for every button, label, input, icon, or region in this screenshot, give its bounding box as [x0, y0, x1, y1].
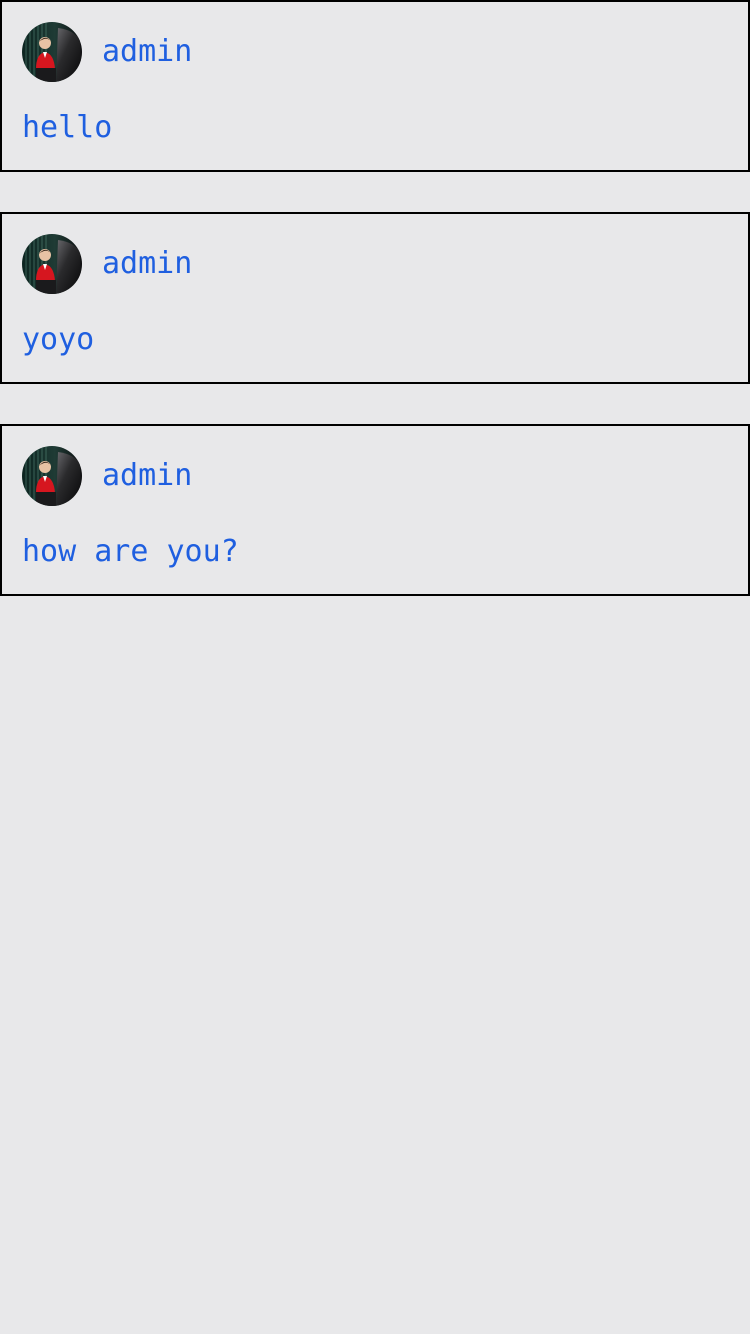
post-card[interactable]: admin hello — [0, 0, 750, 172]
post-header: admin — [22, 234, 192, 294]
post-header: admin — [22, 22, 192, 82]
user-avatar-photo-icon — [22, 446, 82, 506]
avatar[interactable] — [22, 234, 82, 294]
username-link[interactable]: admin — [102, 37, 192, 67]
post-message: hello — [22, 110, 113, 145]
username-link[interactable]: admin — [102, 249, 192, 279]
post-header: admin — [22, 446, 192, 506]
user-avatar-photo-icon — [22, 22, 82, 82]
user-avatar-photo-icon — [22, 234, 82, 294]
username-link[interactable]: admin — [102, 461, 192, 491]
avatar[interactable] — [22, 446, 82, 506]
avatar[interactable] — [22, 22, 82, 82]
post-message: how are you? — [22, 534, 239, 569]
post-message: yoyo — [22, 322, 95, 357]
post-card[interactable]: admin how are you? — [0, 424, 750, 596]
post-feed: admin hello admin yoyo admin how are you… — [0, 0, 750, 1334]
post-card[interactable]: admin yoyo — [0, 212, 750, 384]
